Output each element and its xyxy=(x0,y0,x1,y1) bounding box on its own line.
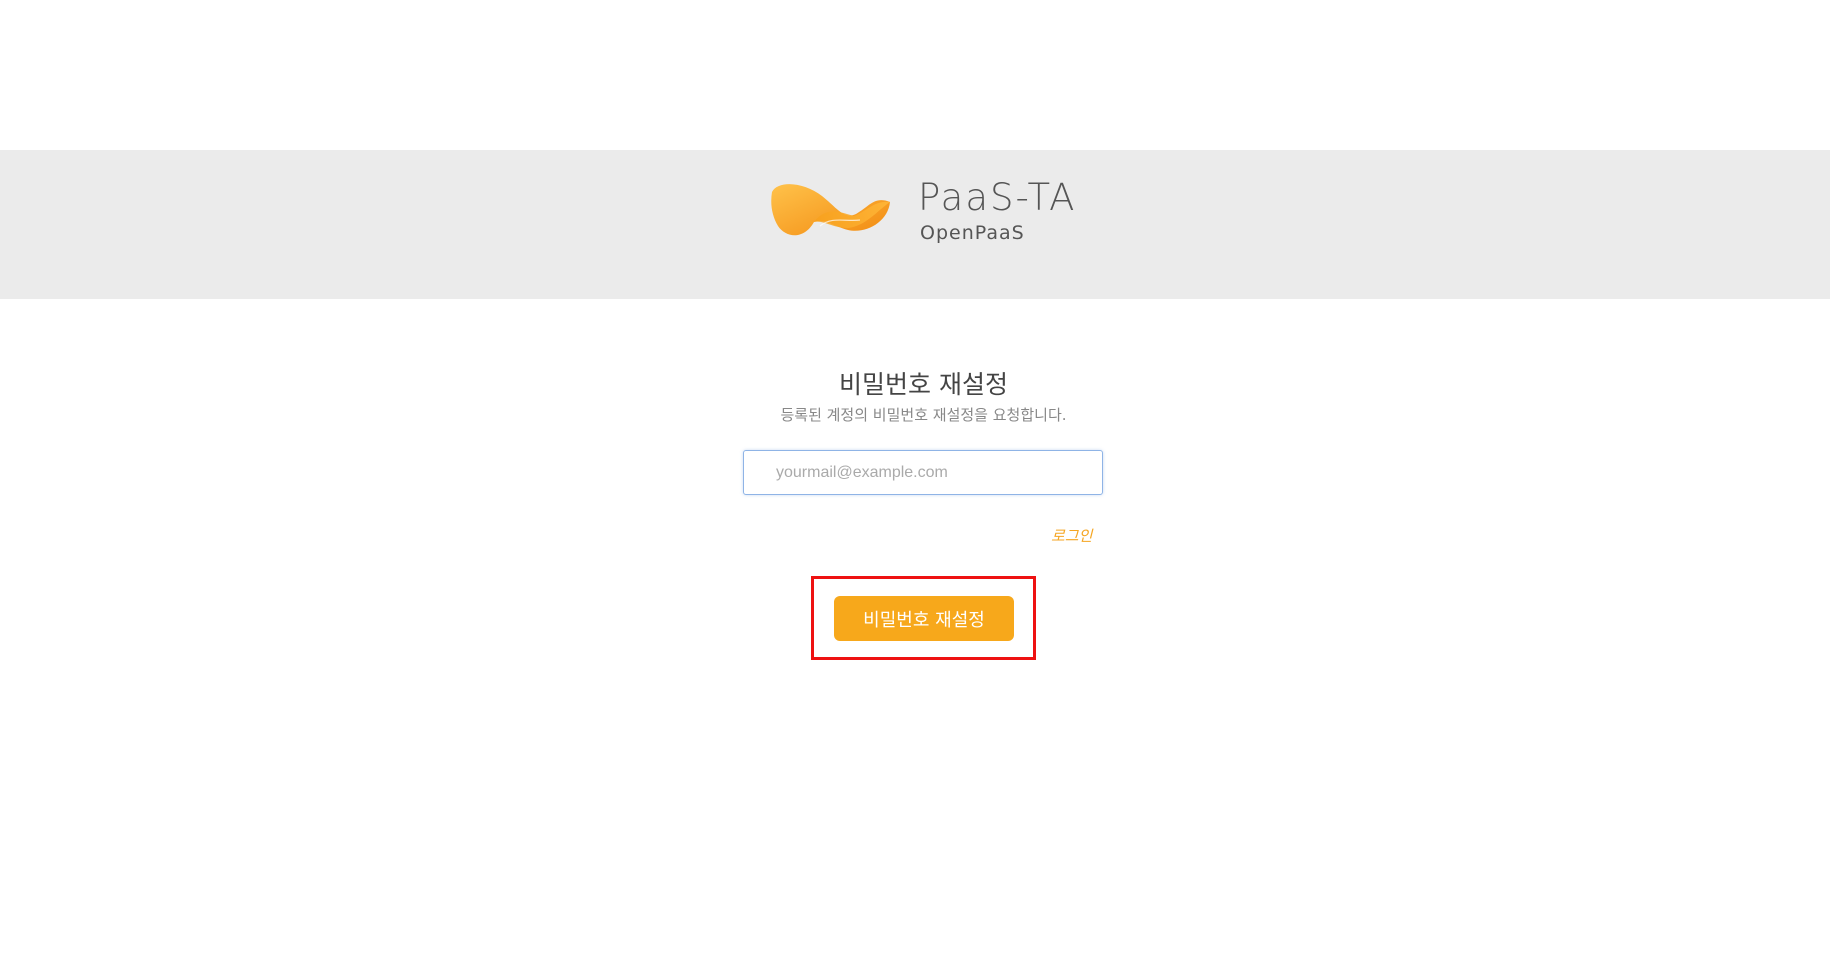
logo-subtitle: OpenPaaS xyxy=(920,222,1025,244)
reset-password-button[interactable]: 비밀번호 재설정 xyxy=(834,596,1014,641)
login-link[interactable]: 로그인 xyxy=(1051,525,1092,546)
paasta-logo: PaaS-TA OpenPaaS xyxy=(770,176,1074,280)
email-field[interactable] xyxy=(743,450,1103,495)
logo-title: PaaS-TA xyxy=(918,176,1077,219)
header-band: PaaS-TA OpenPaaS xyxy=(0,150,1830,299)
page-description: 등록된 계정의 비밀번호 재설정을 요청합니다. xyxy=(780,406,1067,424)
orange-swirl-icon xyxy=(771,184,890,236)
page-title: 비밀번호 재설정 xyxy=(839,370,1008,399)
password-reset-page: PaaS-TA OpenPaaS 비밀번호 재설정 등록된 계정의 비밀번호 재… xyxy=(0,0,1830,973)
